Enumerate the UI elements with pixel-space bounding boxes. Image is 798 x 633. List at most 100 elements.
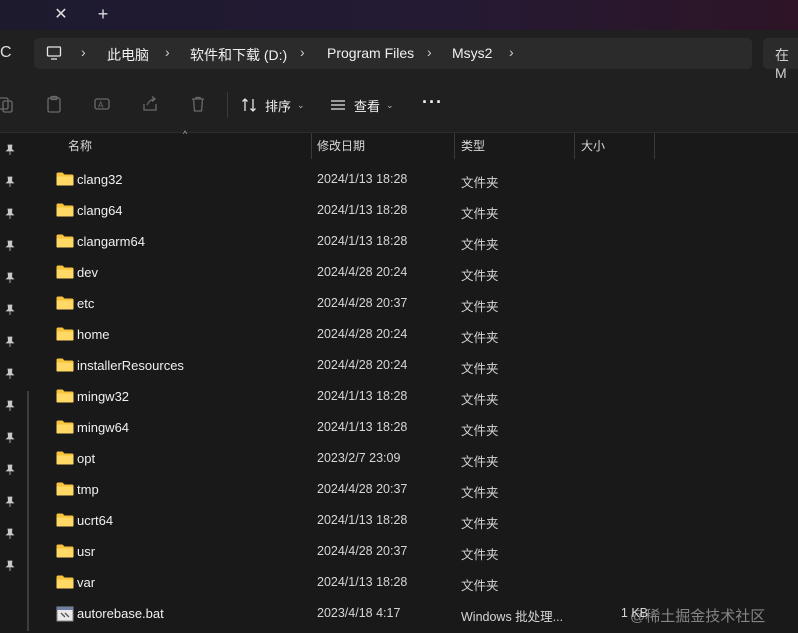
table-row[interactable]: mingw32 2024/1/13 18:28 文件夹 xyxy=(38,381,798,412)
table-row[interactable]: etc 2024/4/28 20:37 文件夹 xyxy=(38,288,798,319)
svg-text:A: A xyxy=(98,101,104,110)
table-row[interactable]: dev 2024/4/28 20:24 文件夹 xyxy=(38,257,798,288)
sort-caret-icon: ^ xyxy=(183,129,188,139)
table-row[interactable]: tmp 2024/4/28 20:37 文件夹 xyxy=(38,474,798,505)
file-name: usr xyxy=(77,544,96,559)
file-type: 文件夹 xyxy=(461,517,499,531)
pin-icon[interactable] xyxy=(4,240,16,252)
column-header-type[interactable]: 类型 xyxy=(461,133,485,159)
breadcrumb-separator[interactable]: › xyxy=(81,44,86,60)
column-header-size[interactable]: 大小 xyxy=(581,133,605,159)
table-row[interactable]: clang64 2024/1/13 18:28 文件夹 xyxy=(38,195,798,226)
chevron-down-icon: ⌄ xyxy=(386,99,394,110)
pin-icon[interactable] xyxy=(4,304,16,316)
folder-icon xyxy=(56,203,74,217)
pin-icon[interactable] xyxy=(4,144,16,156)
column-separator[interactable] xyxy=(454,133,455,159)
view-button[interactable]: 查看 ⌄ xyxy=(330,94,394,116)
view-icon xyxy=(331,100,345,110)
pin-icon[interactable] xyxy=(4,368,16,380)
breadcrumb-separator[interactable]: › xyxy=(509,44,514,60)
folder-icon xyxy=(56,172,74,186)
table-row[interactable]: clangarm64 2024/1/13 18:28 文件夹 xyxy=(38,226,798,257)
close-tab-button[interactable]: ✕ xyxy=(52,6,70,24)
table-row[interactable]: home 2024/4/28 20:24 文件夹 xyxy=(38,319,798,350)
file-date: 2024/4/28 20:37 xyxy=(317,482,408,496)
file-type: 文件夹 xyxy=(461,455,499,469)
pin-icon[interactable] xyxy=(4,272,16,284)
breadcrumb-separator[interactable]: › xyxy=(300,44,305,60)
folder-icon xyxy=(56,482,74,496)
pin-icon[interactable] xyxy=(4,528,16,540)
pin-icon[interactable] xyxy=(4,464,16,476)
sort-icon xyxy=(242,98,256,112)
file-type: 文件夹 xyxy=(461,238,499,252)
folder-icon xyxy=(56,451,74,465)
pin-icon[interactable] xyxy=(4,400,16,412)
file-name: mingw64 xyxy=(77,420,130,435)
pin-icon[interactable] xyxy=(4,496,16,508)
pin-icon[interactable] xyxy=(4,336,16,348)
delete-icon[interactable] xyxy=(189,95,207,113)
refresh-icon[interactable]: C xyxy=(0,44,12,62)
file-date: 2024/1/13 18:28 xyxy=(317,234,408,248)
folder-icon xyxy=(56,420,74,434)
table-row[interactable]: ucrt64 2024/1/13 18:28 文件夹 xyxy=(38,505,798,536)
file-date: 2024/1/13 18:28 xyxy=(317,420,408,434)
column-separator[interactable] xyxy=(654,133,655,159)
file-name: autorebase.bat xyxy=(77,606,164,621)
more-options-button[interactable]: ··· xyxy=(422,92,443,113)
folder-icon xyxy=(56,327,74,341)
address-bar[interactable]: › 此电脑 › 软件和下载 (D:) › Program Files › Msy… xyxy=(34,38,752,69)
file-date: 2024/1/13 18:28 xyxy=(317,203,408,217)
folder-icon xyxy=(56,544,74,558)
search-input[interactable]: 在 M xyxy=(763,38,798,81)
batch-file-icon xyxy=(56,606,74,622)
sort-button[interactable]: 排序 ⌄ xyxy=(241,94,305,116)
folder-icon xyxy=(56,265,74,279)
watermark: @稀土掘金技术社区 xyxy=(630,608,766,625)
pin-icon[interactable] xyxy=(4,432,16,444)
file-name: home xyxy=(77,327,110,342)
table-row[interactable]: var 2024/1/13 18:28 文件夹 xyxy=(38,567,798,598)
breadcrumb-this-pc[interactable]: 此电脑 xyxy=(107,45,149,65)
column-separator[interactable] xyxy=(311,133,312,159)
pin-icon[interactable] xyxy=(4,176,16,188)
pin-icon[interactable] xyxy=(4,560,16,572)
pin-icon[interactable] xyxy=(4,208,16,220)
paste-icon[interactable] xyxy=(45,95,63,113)
command-bar: A 排序 ⌄ 查看 ⌄ ··· xyxy=(0,78,798,133)
file-name: clang32 xyxy=(77,172,123,187)
rename-icon[interactable]: A xyxy=(93,95,111,113)
breadcrumb-program-files[interactable]: Program Files xyxy=(327,45,414,61)
toolbar-divider xyxy=(227,92,228,118)
breadcrumb-msys2[interactable]: Msys2 xyxy=(452,45,492,61)
file-type: 文件夹 xyxy=(461,393,499,407)
table-row[interactable]: mingw64 2024/1/13 18:28 文件夹 xyxy=(38,412,798,443)
column-separator[interactable] xyxy=(574,133,575,159)
breadcrumb-drive-d[interactable]: 软件和下载 (D:) xyxy=(190,45,287,65)
file-type: 文件夹 xyxy=(461,207,499,221)
file-date: 2024/4/28 20:24 xyxy=(317,358,408,372)
folder-icon xyxy=(56,234,74,248)
copy-icon[interactable] xyxy=(0,95,14,113)
sort-label: 排序 xyxy=(265,98,292,114)
table-row[interactable]: usr 2024/4/28 20:37 文件夹 xyxy=(38,536,798,567)
column-header-date[interactable]: 修改日期 xyxy=(317,133,365,159)
new-tab-button[interactable]: + xyxy=(94,5,112,23)
file-type: 文件夹 xyxy=(461,579,499,593)
file-date: 2024/4/28 20:24 xyxy=(317,265,408,279)
sidebar-scrollbar[interactable] xyxy=(27,391,29,631)
file-type: 文件夹 xyxy=(461,269,499,283)
table-row[interactable]: opt 2023/2/7 23:09 文件夹 xyxy=(38,443,798,474)
title-bar: ✕ + xyxy=(0,0,798,30)
breadcrumb-separator[interactable]: › xyxy=(165,44,170,60)
share-icon[interactable] xyxy=(141,95,159,113)
file-type: 文件夹 xyxy=(461,424,499,438)
column-header-name[interactable]: 名称 xyxy=(68,133,92,159)
table-row[interactable]: clang32 2024/1/13 18:28 文件夹 xyxy=(38,164,798,195)
breadcrumb-separator[interactable]: › xyxy=(427,44,432,60)
table-row[interactable]: installerResources 2024/4/28 20:24 文件夹 xyxy=(38,350,798,381)
file-name: clangarm64 xyxy=(77,234,145,249)
folder-icon xyxy=(56,513,74,527)
